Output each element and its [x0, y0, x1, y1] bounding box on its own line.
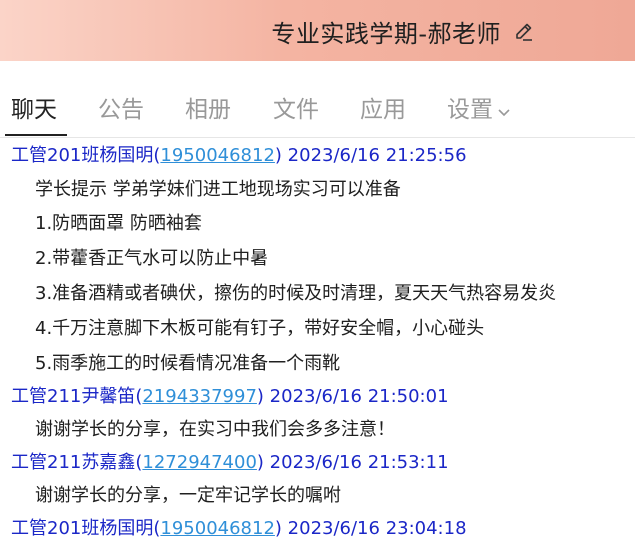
tab-files[interactable]: 文件 [273, 90, 319, 124]
title-bar: 专业实践学期-郝老师 [0, 0, 635, 61]
tab-settings[interactable]: 设置 [447, 90, 511, 124]
sender-qq-link[interactable]: 2194337997 [142, 386, 257, 407]
tab-announcements[interactable]: 公告 [98, 90, 144, 124]
message-text: 3.准备酒精或者碘伏，擦伤的时候及时清理，夏天天气热容易发炎 [35, 283, 557, 304]
message-text: 4.千万注意脚下木板可能有钉子，带好安全帽，小心碰头 [35, 318, 485, 339]
tab-album[interactable]: 相册 [185, 90, 231, 124]
sender-name: 工管201班杨国明 [11, 518, 154, 539]
sender-name: 工管211尹馨笛 [11, 386, 136, 407]
message-text: 谢谢学长的分享，一定牢记学长的嘱咐 [35, 485, 341, 506]
message-header: 工管201班杨国明(1950046812) 2023/6/16 21:25:56 [11, 145, 467, 166]
message-text: 1.防晒面罩 防晒袖套 [35, 213, 202, 234]
message-text: 5.雨季施工的时候看情况准备一个雨靴 [35, 353, 341, 374]
message-header: 工管211苏嘉鑫(1272947400) 2023/6/16 21:53:11 [11, 452, 449, 473]
message-text: 谢谢学长的分享，在实习中我们会多多注意！ [35, 419, 395, 440]
pencil-icon[interactable] [513, 21, 535, 43]
message-time: 2023/6/16 23:04:18 [287, 518, 467, 539]
sender-qq-link[interactable]: 1950046812 [160, 145, 275, 166]
tab-settings-label: 设置 [447, 97, 493, 123]
sender-qq-link[interactable]: 1272947400 [142, 452, 257, 473]
active-tab-indicator [5, 134, 67, 136]
sender-name: 工管201班杨国明 [11, 145, 154, 166]
message-time: 2023/6/16 21:50:01 [269, 386, 449, 407]
tab-chat[interactable]: 聊天 [11, 90, 57, 124]
group-title: 专业实践学期-郝老师 [271, 20, 501, 48]
tab-apps[interactable]: 应用 [360, 90, 406, 124]
message-time: 2023/6/16 21:25:56 [287, 145, 467, 166]
sender-qq-link[interactable]: 1950046812 [160, 518, 275, 539]
message-text: 学长提示 学弟学妹们进工地现场实习可以准备 [35, 179, 401, 200]
message-header: 工管201班杨国明(1950046812) 2023/6/16 23:04:18 [11, 518, 467, 539]
sender-name: 工管211苏嘉鑫 [11, 452, 136, 473]
tab-bar: 聊天 公告 相册 文件 应用 设置 [0, 61, 635, 138]
message-time: 2023/6/16 21:53:11 [269, 452, 449, 473]
chevron-down-icon [497, 98, 511, 124]
message-text: 2.带藿香正气水可以防止中暑 [35, 248, 269, 269]
message-header: 工管211尹馨笛(2194337997) 2023/6/16 21:50:01 [11, 386, 449, 407]
